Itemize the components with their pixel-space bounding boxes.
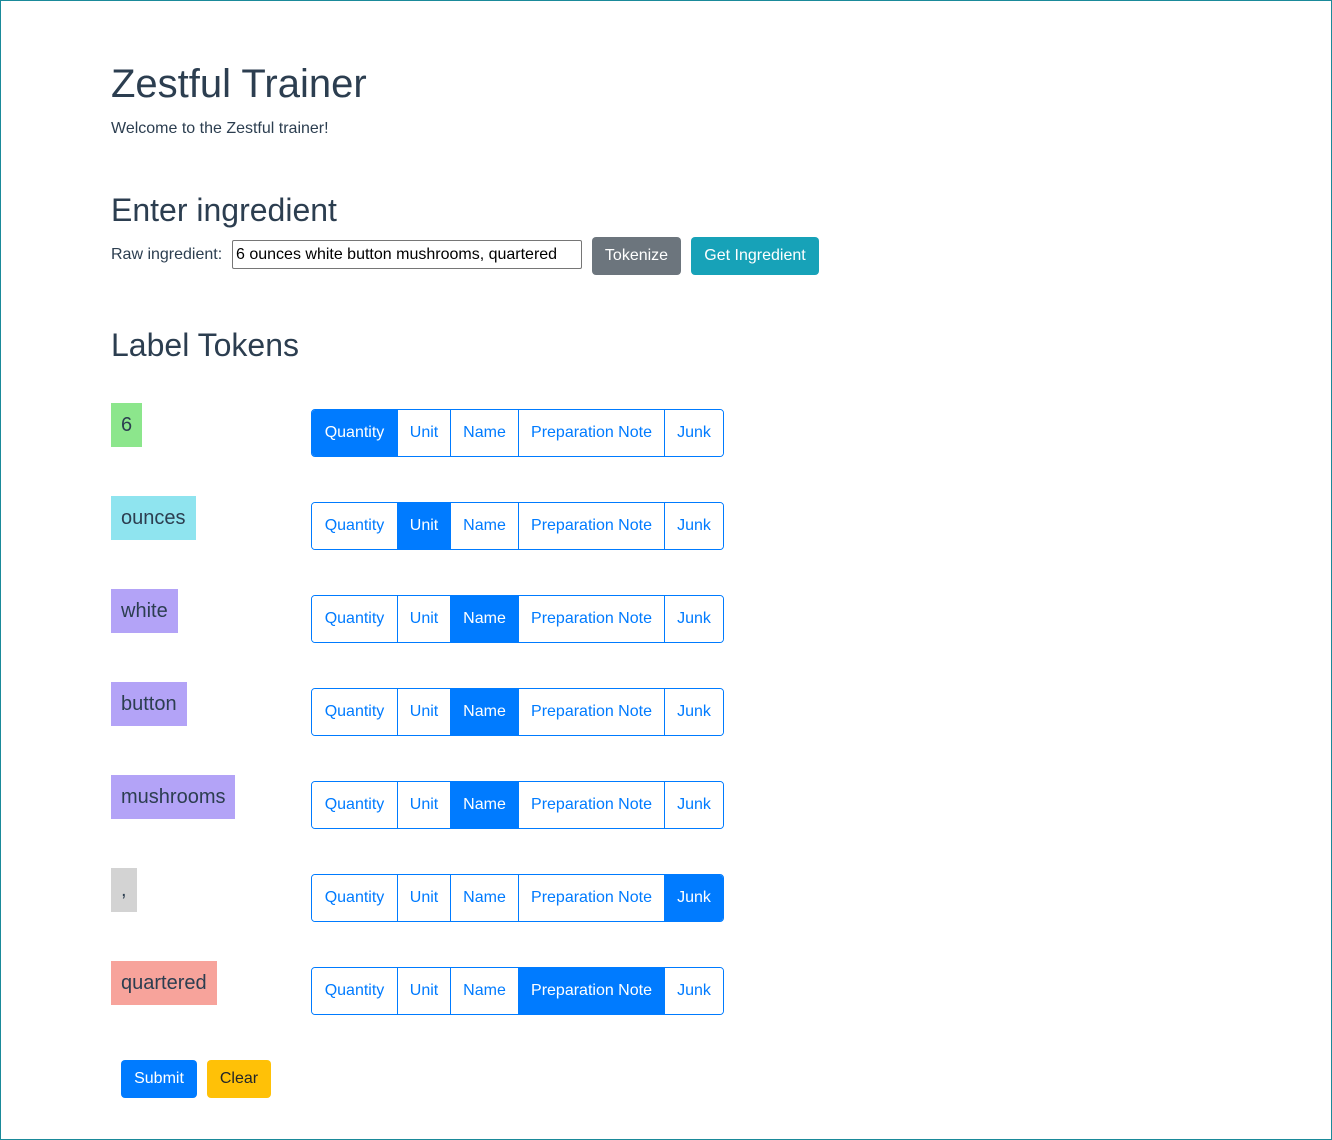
token-row: 6 Quantity Unit Name Preparation Note Junk <box>0 403 1332 463</box>
label-option-junk[interactable]: Junk <box>664 596 723 642</box>
label-option-quantity[interactable]: Quantity <box>312 875 397 921</box>
token-chip: quartered <box>111 961 217 1005</box>
label-option-name[interactable]: Name <box>450 875 518 921</box>
token-row: ounces Quantity Unit Name Preparation Note Ju… <box>0 496 1332 556</box>
label-option-unit[interactable]: Unit <box>397 410 450 456</box>
label-option-quantity[interactable]: Quantity <box>312 410 397 456</box>
label-button-group: Quantity Unit Name Preparation Note Junk <box>311 688 724 736</box>
label-option-name[interactable]: Name <box>450 782 518 828</box>
token-chip: , <box>111 868 137 912</box>
label-option-unit[interactable]: Unit <box>397 596 450 642</box>
label-option-preparation-note[interactable]: Preparation Note <box>518 782 664 828</box>
label-option-junk[interactable]: Junk <box>664 875 723 921</box>
label-button-group: Quantity Unit Name Preparation Note Junk <box>311 595 724 643</box>
label-button-group: Quantity Unit Name Preparation Note Junk <box>311 781 724 829</box>
label-option-quantity[interactable]: Quantity <box>312 503 397 549</box>
label-button-group: Quantity Unit Name Preparation Note Junk <box>311 409 724 457</box>
label-option-junk[interactable]: Junk <box>664 782 723 828</box>
label-option-preparation-note[interactable]: Preparation Note <box>518 410 664 456</box>
label-option-unit[interactable]: Unit <box>397 782 450 828</box>
label-button-group: Quantity Unit Name Preparation Note Junk <box>311 874 724 922</box>
token-chip: white <box>111 589 178 633</box>
label-option-name[interactable]: Name <box>450 689 518 735</box>
token-row: mushrooms Quantity Unit Name Preparation Not… <box>0 775 1332 835</box>
label-option-unit[interactable]: Unit <box>397 968 450 1014</box>
label-option-preparation-note[interactable]: Preparation Note <box>518 968 664 1014</box>
token-row: quartered Quantity Unit Name Preparation Not… <box>0 961 1332 1021</box>
token-row: button Quantity Unit Name Preparation Note Ju… <box>0 682 1332 742</box>
token-chip: button <box>111 682 187 726</box>
clear-button[interactable]: Clear <box>207 1060 271 1098</box>
label-button-group: Quantity Unit Name Preparation Note Junk <box>311 502 724 550</box>
label-option-preparation-note[interactable]: Preparation Note <box>518 689 664 735</box>
welcome-text: Welcome to the Zestful trainer! <box>111 120 329 137</box>
label-option-name[interactable]: Name <box>450 968 518 1014</box>
token-chip: 6 <box>111 403 143 447</box>
raw-ingredient-label: Raw ingredient: <box>111 246 223 263</box>
label-option-name[interactable]: Name <box>450 503 518 549</box>
label-option-junk[interactable]: Junk <box>664 503 723 549</box>
label-tokens-heading: Label Tokens <box>111 327 299 363</box>
label-option-quantity[interactable]: Quantity <box>312 968 397 1014</box>
token-chip: ounces <box>111 496 196 540</box>
raw-ingredient-input[interactable] <box>232 240 582 269</box>
label-option-junk[interactable]: Junk <box>664 689 723 735</box>
enter-ingredient-heading: Enter ingredient <box>111 192 337 228</box>
label-option-quantity[interactable]: Quantity <box>312 782 397 828</box>
label-option-unit[interactable]: Unit <box>397 689 450 735</box>
label-option-preparation-note[interactable]: Preparation Note <box>518 875 664 921</box>
label-option-name[interactable]: Name <box>450 596 518 642</box>
label-option-junk[interactable]: Junk <box>664 410 723 456</box>
label-option-quantity[interactable]: Quantity <box>312 596 397 642</box>
get-ingredient-button[interactable]: Get Ingredient <box>691 237 819 275</box>
label-option-name[interactable]: Name <box>450 410 518 456</box>
label-option-unit[interactable]: Unit <box>397 875 450 921</box>
app-title: Zestful Trainer <box>111 62 367 106</box>
submit-button[interactable]: Submit <box>121 1060 197 1098</box>
tokenize-button[interactable]: Tokenize <box>592 237 681 275</box>
label-option-unit[interactable]: Unit <box>397 503 450 549</box>
label-option-junk[interactable]: Junk <box>664 968 723 1014</box>
token-chip: mushrooms <box>111 775 236 819</box>
token-row: , Quantity Unit Name Preparation Note Junk <box>0 868 1332 928</box>
label-option-preparation-note[interactable]: Preparation Note <box>518 503 664 549</box>
token-row: white Quantity Unit Name Preparation Note Jun… <box>0 589 1332 649</box>
label-option-preparation-note[interactable]: Preparation Note <box>518 596 664 642</box>
label-button-group: Quantity Unit Name Preparation Note Junk <box>311 967 724 1015</box>
label-option-quantity[interactable]: Quantity <box>312 689 397 735</box>
